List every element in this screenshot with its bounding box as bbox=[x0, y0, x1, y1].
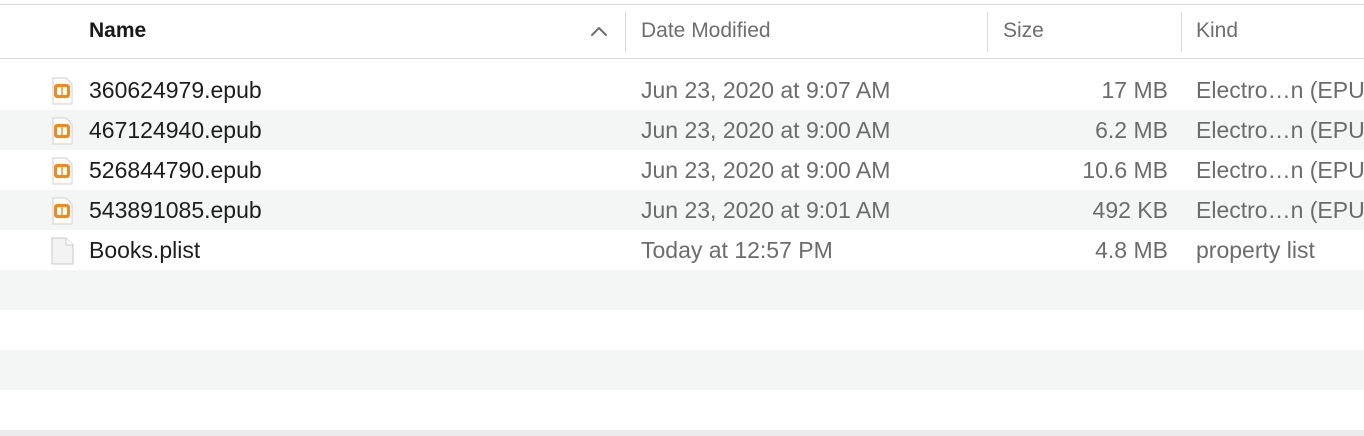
file-name: 526844790.epub bbox=[89, 157, 262, 183]
file-size: 492 KB bbox=[1092, 197, 1168, 223]
column-separator[interactable] bbox=[987, 12, 988, 52]
file-kind: Electro…n (EPUB) bbox=[1196, 77, 1364, 103]
column-header-bar: Name Date Modified Size Kind bbox=[0, 5, 1364, 58]
file-kind: Electro…n (EPUB) bbox=[1196, 117, 1364, 143]
empty-row bbox=[0, 310, 1364, 350]
file-row[interactable]: Books.plist Today at 12:57 PM 4.8 MB pro… bbox=[0, 230, 1364, 270]
file-kind: property list bbox=[1196, 237, 1315, 263]
column-header-date-modified[interactable]: Date Modified bbox=[641, 5, 771, 58]
file-kind: Electro…n (EPUB) bbox=[1196, 197, 1364, 223]
column-header-size[interactable]: Size bbox=[1003, 5, 1044, 58]
header-divider bbox=[0, 58, 1364, 59]
file-size: 10.6 MB bbox=[1082, 157, 1168, 183]
epub-icon bbox=[52, 197, 73, 225]
column-separator[interactable] bbox=[625, 12, 626, 52]
file-date-modified: Jun 23, 2020 at 9:00 AM bbox=[641, 117, 891, 143]
file-row[interactable]: 360624979.epub Jun 23, 2020 at 9:07 AM 1… bbox=[0, 70, 1364, 110]
sort-ascending-icon[interactable] bbox=[590, 24, 608, 38]
file-date-modified: Jun 23, 2020 at 9:07 AM bbox=[641, 77, 891, 103]
file-date-modified: Jun 23, 2020 at 9:00 AM bbox=[641, 157, 891, 183]
file-name: Books.plist bbox=[89, 237, 201, 263]
file-kind: Electro…n (EPUB) bbox=[1196, 157, 1364, 183]
empty-row bbox=[0, 270, 1364, 310]
epub-icon bbox=[52, 117, 73, 145]
file-name: 467124940.epub bbox=[89, 117, 262, 143]
file-date-modified: Today at 12:57 PM bbox=[641, 237, 833, 263]
column-header-name[interactable]: Name bbox=[89, 5, 146, 58]
file-date-modified: Jun 23, 2020 at 9:01 AM bbox=[641, 197, 891, 223]
window-bottom-edge bbox=[0, 430, 1364, 436]
epub-icon bbox=[52, 77, 73, 105]
file-name: 360624979.epub bbox=[89, 77, 262, 103]
file-row[interactable]: 467124940.epub Jun 23, 2020 at 9:00 AM 6… bbox=[0, 110, 1364, 150]
file-size: 6.2 MB bbox=[1095, 117, 1168, 143]
file-size: 17 MB bbox=[1101, 77, 1168, 103]
file-row[interactable]: 526844790.epub Jun 23, 2020 at 9:00 AM 1… bbox=[0, 150, 1364, 190]
file-name: 543891085.epub bbox=[89, 197, 262, 223]
file-row[interactable]: 543891085.epub Jun 23, 2020 at 9:01 AM 4… bbox=[0, 190, 1364, 230]
column-separator[interactable] bbox=[1181, 12, 1182, 52]
epub-icon bbox=[52, 157, 73, 185]
column-header-kind[interactable]: Kind bbox=[1196, 5, 1238, 58]
empty-row bbox=[0, 390, 1364, 430]
empty-row bbox=[0, 350, 1364, 390]
document-icon bbox=[51, 237, 74, 265]
file-size: 4.8 MB bbox=[1095, 237, 1168, 263]
